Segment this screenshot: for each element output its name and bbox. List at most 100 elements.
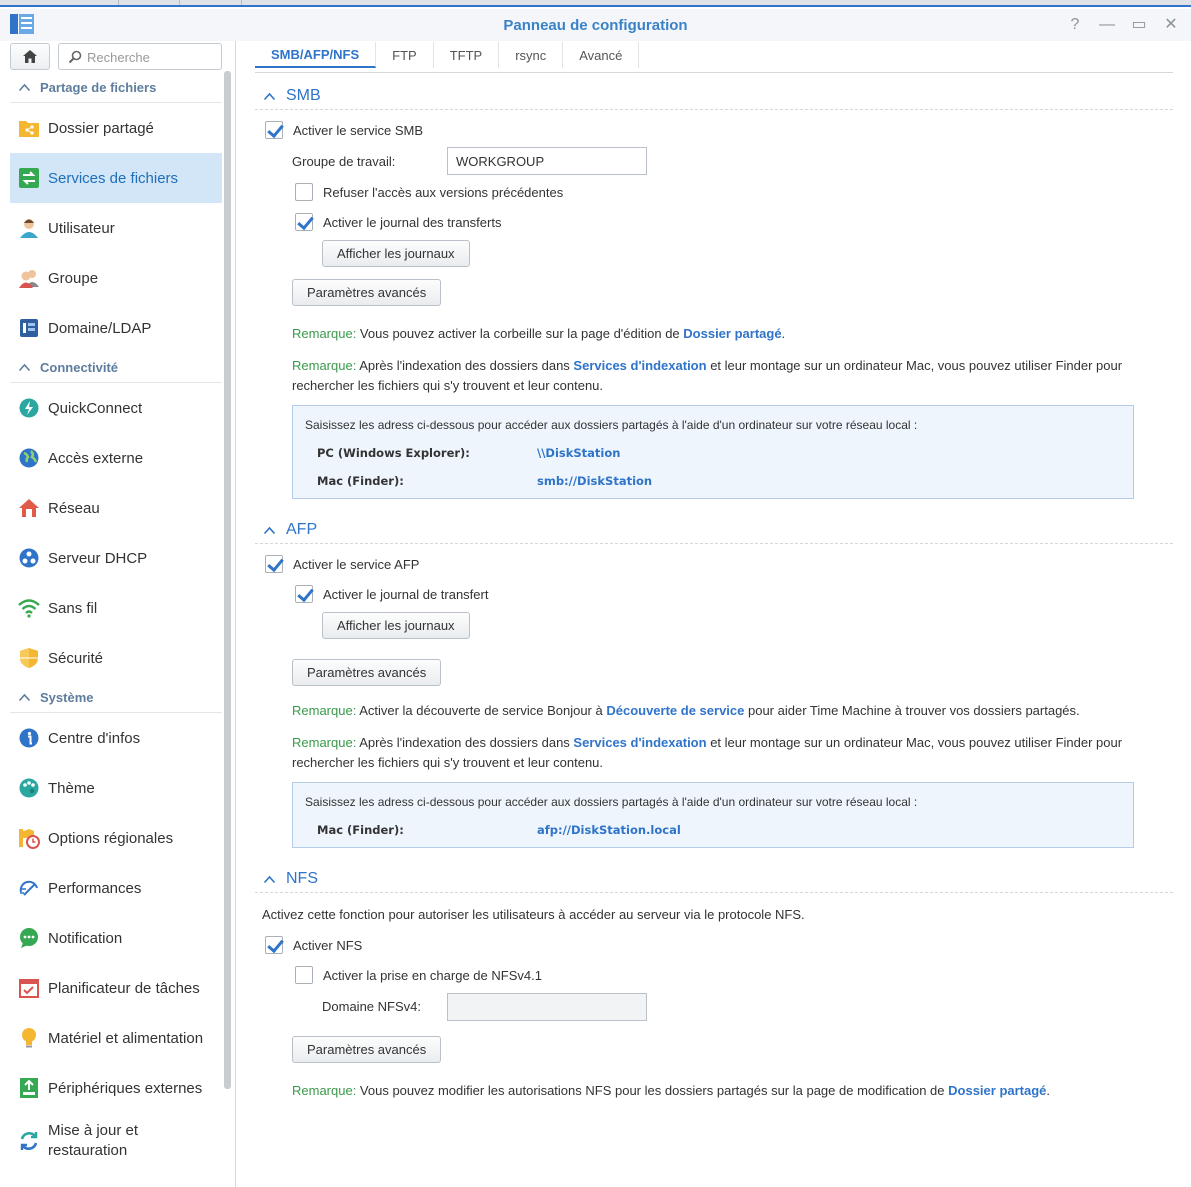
workgroup-input[interactable] [447, 147, 647, 175]
link-indexing-service[interactable]: Services d'indexation [573, 358, 706, 373]
smb-transfer-log-row[interactable]: Activer le journal des transferts [295, 213, 501, 231]
tab-tftp[interactable]: TFTP [434, 42, 500, 68]
smb-transfer-log-checkbox[interactable] [295, 213, 313, 231]
sidebar: Partage de fichiers Dossier partagé Serv… [0, 41, 236, 1187]
mac-address-label: Mac (Finder): [317, 474, 404, 488]
afp-transfer-log-row[interactable]: Activer le journal de transfert [295, 585, 488, 603]
group-icon [18, 267, 40, 289]
nfs-enable-checkbox[interactable] [265, 936, 283, 954]
sidebar-item-info-center[interactable]: Centre d'infos [10, 713, 222, 763]
deny-prev-versions-checkbox[interactable] [295, 183, 313, 201]
afp-show-logs-button[interactable]: Afficher les journaux [322, 612, 470, 639]
nfs-advanced-button[interactable]: Paramètres avancés [292, 1036, 442, 1063]
sidebar-item-notification[interactable]: Notification [10, 913, 222, 963]
minimize-icon[interactable]: — [1097, 15, 1117, 35]
sidebar-item-security[interactable]: Sécurité [10, 633, 222, 683]
sidebar-item-label: Options régionales [48, 829, 174, 847]
afp-note-bonjour: Remarque: Activer la découverte de servi… [292, 701, 1152, 721]
sidebar-item-label: QuickConnect [48, 399, 143, 417]
search-box[interactable] [58, 43, 222, 70]
tab-ftp[interactable]: FTP [376, 42, 434, 68]
remark-label: Remarque: [292, 1083, 357, 1098]
pc-address-label: PC (Windows Explorer): [317, 446, 470, 460]
close-icon[interactable]: ✕ [1161, 15, 1181, 35]
link-shared-folder[interactable]: Dossier partagé [683, 326, 781, 341]
link-shared-folder[interactable]: Dossier partagé [948, 1083, 1046, 1098]
sidebar-item-domain-ldap[interactable]: Domaine/LDAP [10, 303, 222, 353]
sidebar-item-shared-folder[interactable]: Dossier partagé [10, 103, 222, 153]
smb-note-recycle: Remarque: Vous pouvez activer la corbeil… [292, 324, 1152, 344]
search-icon [68, 50, 82, 64]
link-service-discovery[interactable]: Découverte de service [606, 703, 744, 718]
link-indexing-service[interactable]: Services d'indexation [573, 735, 706, 750]
sidebar-item-dhcp-server[interactable]: Serveur DHCP [10, 533, 222, 583]
sidebar-item-theme[interactable]: Thème [10, 763, 222, 813]
section-title: Partage de fichiers [40, 80, 157, 95]
sidebar-scrollbar[interactable] [224, 71, 231, 1089]
note-text: Après l'indexation des dossiers dans [356, 735, 574, 750]
sidebar-item-regional-options[interactable]: Options régionales [10, 813, 222, 863]
nfs41-row[interactable]: Activer la prise en charge de NFSv4.1 [295, 966, 542, 984]
nfs-note-permissions: Remarque: Vous pouvez modifier les autor… [292, 1081, 1152, 1101]
chevron-up-icon [18, 363, 31, 372]
smb-enable-checkbox[interactable] [265, 121, 283, 139]
sidebar-item-quickconnect[interactable]: QuickConnect [10, 383, 222, 433]
shared-folder-icon [18, 117, 40, 139]
smb-enable-label: Activer le service SMB [293, 122, 424, 138]
palette-icon [18, 777, 40, 799]
deny-prev-versions-row[interactable]: Refuser l'accès aux versions précédentes [295, 183, 563, 201]
sidebar-item-group[interactable]: Groupe [10, 253, 222, 303]
mac-address-value: smb://DiskStation [537, 474, 653, 488]
taskbar-strip [0, 0, 1191, 7]
note-text: Activer la découverte de service Bonjour… [356, 703, 607, 718]
nfs-enable-row[interactable]: Activer NFS [265, 936, 362, 954]
taskbar-tab[interactable] [180, 0, 242, 5]
sidebar-item-network[interactable]: Réseau [10, 483, 222, 533]
sidebar-item-update-restore[interactable]: Mise à jour et restauration [10, 1113, 222, 1169]
afp-advanced-button[interactable]: Paramètres avancés [292, 659, 442, 686]
remark-label: Remarque: [292, 735, 357, 750]
maximize-icon[interactable]: ▭ [1129, 15, 1149, 35]
smb-enable-row[interactable]: Activer le service SMB [265, 121, 423, 139]
sidebar-item-hardware-power[interactable]: Matériel et alimentation [10, 1013, 222, 1063]
nfs-section-header[interactable]: NFS [263, 870, 318, 888]
sidebar-item-task-scheduler[interactable]: Planificateur de tâches [10, 963, 222, 1013]
taskbar-tab[interactable] [118, 0, 180, 5]
tab-advanced[interactable]: Avancé [563, 42, 640, 68]
chevron-up-icon [18, 83, 31, 92]
section-header-system[interactable]: Système [10, 683, 222, 713]
afp-enable-row[interactable]: Activer le service AFP [265, 555, 419, 573]
sidebar-item-wireless[interactable]: Sans fil [10, 583, 222, 633]
sidebar-item-label: Performances [48, 879, 142, 897]
sidebar-item-external-access[interactable]: Accès externe [10, 433, 222, 483]
sidebar-item-label: Périphériques externes [48, 1079, 203, 1097]
nfs41-checkbox[interactable] [295, 966, 313, 984]
afp-transfer-log-checkbox[interactable] [295, 585, 313, 603]
smb-section-header[interactable]: SMB [263, 87, 321, 105]
afp-section-header[interactable]: AFP [263, 521, 317, 539]
note-text: . [1046, 1083, 1051, 1098]
section-title: Connectivité [40, 360, 119, 375]
sidebar-item-user[interactable]: Utilisateur [10, 203, 222, 253]
dhcp-server-icon [18, 547, 40, 569]
title-bar: Panneau de configuration ? — ▭ ✕ [0, 9, 1191, 41]
tab-rsync[interactable]: rsync [499, 42, 564, 68]
smb-advanced-button[interactable]: Paramètres avancés [292, 279, 442, 306]
search-input[interactable] [87, 48, 217, 66]
afp-enable-checkbox[interactable] [265, 555, 283, 573]
sidebar-item-label: Serveur DHCP [48, 549, 148, 567]
nfs-domain-input[interactable] [447, 993, 647, 1021]
home-button[interactable] [10, 43, 50, 70]
section-header-connectivity[interactable]: Connectivité [10, 353, 222, 383]
smb-show-logs-button[interactable]: Afficher les journaux [322, 240, 470, 267]
afp-address-box: Saisissez les adress ci-dessous pour acc… [292, 782, 1134, 848]
smb-address-box: Saisissez les adress ci-dessous pour acc… [292, 405, 1134, 499]
sidebar-item-file-services[interactable]: Services de fichiers [10, 153, 222, 203]
sidebar-item-external-devices[interactable]: Périphériques externes [10, 1063, 222, 1113]
sidebar-item-performance[interactable]: Performances [10, 863, 222, 913]
help-icon[interactable]: ? [1065, 15, 1085, 35]
remark-label: Remarque: [292, 326, 357, 341]
chevron-up-icon [18, 693, 31, 702]
section-header-file-sharing[interactable]: Partage de fichiers [10, 73, 222, 103]
tab-smb-afp-nfs[interactable]: SMB/AFP/NFS [255, 42, 377, 68]
